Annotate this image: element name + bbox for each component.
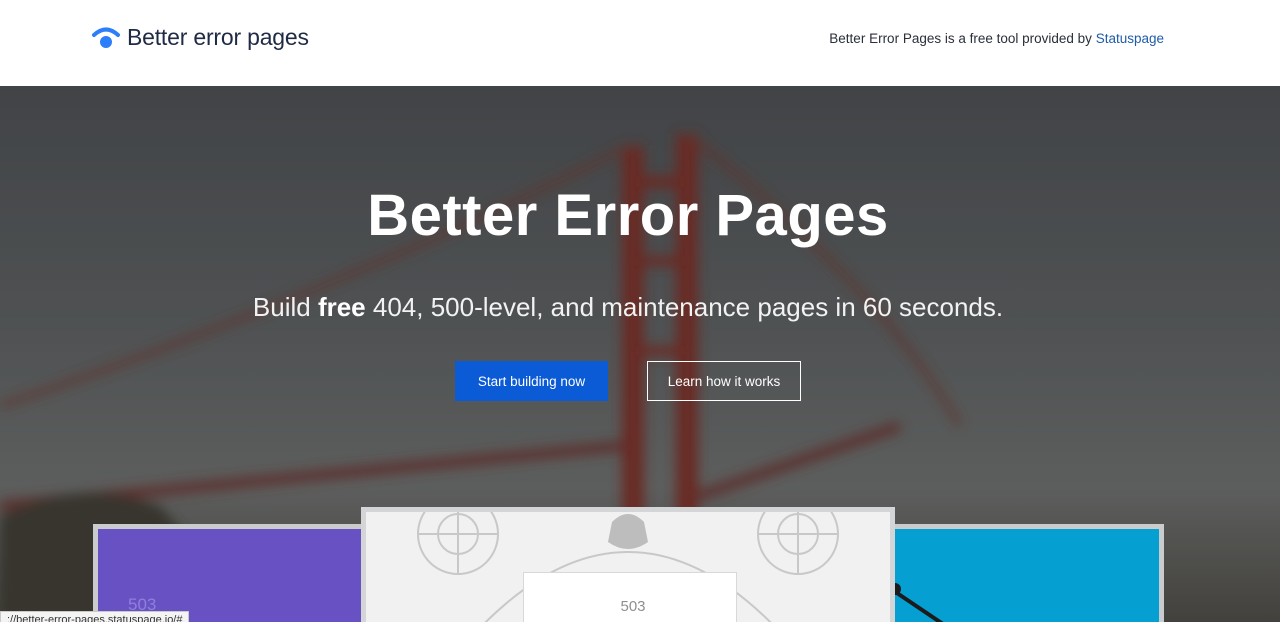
- learn-how-button[interactable]: Learn how it works: [647, 361, 801, 401]
- subtitle-before: Build: [252, 292, 318, 322]
- hero-section: Better Error Pages Build free 404, 500-l…: [0, 86, 1280, 622]
- preview-card-testpattern[interactable]: 503: [361, 507, 895, 622]
- lamp-arm-icon: [892, 589, 970, 622]
- preview-error-code-middle: 503: [620, 598, 646, 615]
- subtitle-bold: free: [317, 292, 366, 322]
- provided-by: Better Error Pages is a free tool provid…: [829, 31, 1164, 46]
- hero-subtitle: Build free 404, 500-level, and maintenan…: [0, 292, 1256, 323]
- status-bar-url: ://better-error-pages.statuspage.io/#: [0, 611, 190, 622]
- start-building-button[interactable]: Start building now: [455, 361, 608, 401]
- statuspage-logo-icon: [92, 27, 120, 48]
- brand-name: Better error pages: [127, 24, 309, 50]
- statuspage-link[interactable]: Statuspage: [1096, 31, 1164, 46]
- site-header: Better error pages Better Error Pages is…: [0, 0, 1280, 86]
- hero-title: Better Error Pages: [367, 183, 889, 248]
- brand[interactable]: Better error pages: [92, 24, 309, 51]
- provided-text: Better Error Pages is a free tool provid…: [829, 31, 1096, 46]
- subtitle-after: 404, 500-level, and maintenance pages in…: [365, 292, 1004, 322]
- preview-card-blue[interactable]: [884, 524, 1164, 622]
- preview-card-purple[interactable]: 503: [93, 524, 373, 622]
